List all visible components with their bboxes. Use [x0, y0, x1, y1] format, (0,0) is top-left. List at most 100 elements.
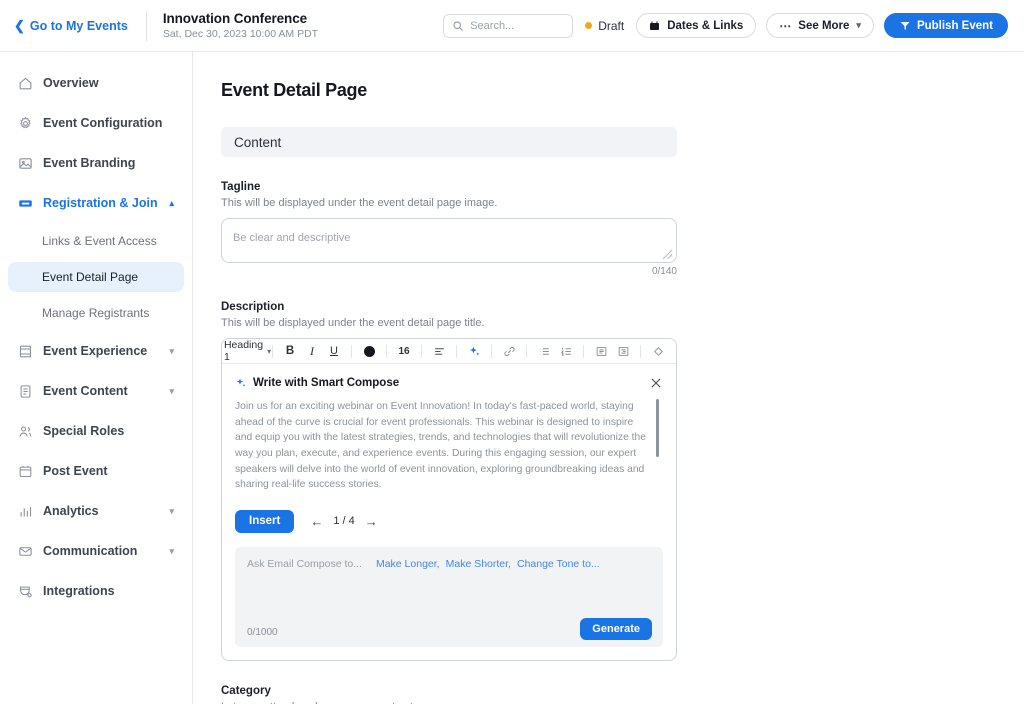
sparkle-ai-icon — [468, 345, 481, 358]
link-icon — [503, 345, 516, 358]
envelope-icon — [18, 544, 33, 559]
bold-button[interactable]: B — [280, 341, 300, 361]
smart-compose-panel: Write with Smart Compose Join us for an … — [222, 364, 676, 660]
bullet-list-button[interactable] — [534, 341, 554, 361]
insert-link-button[interactable] — [499, 341, 519, 361]
sidebar-item-post-event[interactable]: Post Event — [8, 454, 184, 488]
ticket-icon — [18, 196, 33, 211]
go-to-my-events-label: Go to My Events — [30, 19, 128, 33]
sidebar-item-communication[interactable]: Communication ▾ — [8, 534, 184, 568]
sidebar-item-registration-and-join[interactable]: Registration & Join ▴ — [8, 186, 184, 220]
category-field: Category Let your attendees know your ev… — [221, 685, 677, 704]
calendar-icon — [649, 20, 661, 32]
font-size-button[interactable]: 16 — [394, 341, 414, 361]
indent-increase-button[interactable] — [613, 341, 633, 361]
body: Overview Event Configuration Event Brand… — [0, 52, 1024, 704]
sidebar-item-event-branding[interactable]: Event Branding — [8, 146, 184, 180]
prompt-counter: 0/1000 — [247, 627, 278, 638]
sidebar-item-label: Post Event — [43, 464, 174, 478]
heading-select-value: Heading 1 — [224, 339, 263, 363]
align-left-button[interactable] — [429, 341, 449, 361]
sidebar-subitem-label: Event Detail Page — [42, 270, 138, 284]
clear-formatting-button[interactable] — [648, 341, 668, 361]
sidebar-item-overview[interactable]: Overview — [8, 66, 184, 100]
sidebar-item-event-configuration[interactable]: Event Configuration — [8, 106, 184, 140]
sidebar-subitem-label: Manage Registrants — [42, 306, 149, 320]
toolbar-divider — [421, 345, 422, 358]
suggestion-pager: ← 1 / 4 → — [310, 515, 377, 528]
pager-label: 1 / 4 — [333, 515, 354, 527]
sidebar-item-links-and-event-access[interactable]: Links & Event Access — [8, 226, 184, 256]
go-to-my-events-link[interactable]: ❮ Go to My Events — [14, 19, 128, 33]
prompt-box[interactable]: Ask Email Compose to... Make Longer, Mak… — [235, 547, 663, 647]
sidebar-item-event-experience[interactable]: Event Experience ▾ — [8, 334, 184, 368]
indent-decrease-button[interactable] — [591, 341, 611, 361]
dates-and-links-button[interactable]: Dates & Links — [636, 13, 756, 38]
sidebar-item-label: Event Content — [43, 384, 159, 398]
chevron-down-icon: ▾ — [169, 386, 174, 397]
event-title: Innovation Conference — [163, 11, 318, 26]
main-content: Event Detail Page Content Tagline This w… — [193, 52, 1024, 704]
toolbar-divider — [456, 345, 457, 358]
smart-compose-button[interactable] — [464, 341, 484, 361]
toolbar-divider — [640, 345, 641, 358]
gear-icon — [18, 116, 33, 131]
close-icon[interactable] — [649, 376, 663, 390]
search-input[interactable] — [470, 20, 564, 32]
search-box[interactable] — [443, 14, 573, 38]
dates-and-links-label: Dates & Links — [667, 20, 743, 32]
numbered-list-icon — [560, 345, 573, 358]
tagline-input[interactable]: Be clear and descriptive — [221, 218, 677, 263]
chevron-down-icon: ▾ — [267, 347, 271, 356]
clear-formatting-icon — [652, 345, 665, 358]
sidebar-item-analytics[interactable]: Analytics ▾ — [8, 494, 184, 528]
heading-select[interactable]: Heading 1 ▾ — [230, 341, 265, 361]
chevron-down-icon: ▾ — [169, 506, 174, 517]
numbered-list-button[interactable] — [556, 341, 576, 361]
arrow-right-icon[interactable]: → — [365, 515, 378, 528]
sidebar-item-integrations[interactable]: Integrations — [8, 574, 184, 608]
content-section-header: Content — [221, 127, 677, 157]
sidebar-item-special-roles[interactable]: Special Roles — [8, 414, 184, 448]
see-more-button[interactable]: ⋯ See More ▾ — [766, 13, 874, 38]
publish-event-button[interactable]: Publish Event — [884, 13, 1008, 38]
sidebar-item-event-content[interactable]: Event Content ▾ — [8, 374, 184, 408]
sidebar-item-label: Event Configuration — [43, 116, 174, 130]
generated-text-scrollbar[interactable] — [656, 399, 659, 457]
smart-compose-title-label: Write with Smart Compose — [253, 377, 399, 389]
underline-button[interactable]: U — [324, 341, 344, 361]
status-badge[interactable]: Draft — [583, 19, 626, 33]
chevron-down-icon: ▾ — [169, 546, 174, 557]
insert-button[interactable]: Insert — [235, 510, 294, 533]
sidebar-item-label: Integrations — [43, 584, 174, 598]
tagline-placeholder: Be clear and descriptive — [233, 232, 350, 244]
chevron-left-icon: ❮ — [14, 19, 25, 32]
status-label: Draft — [598, 19, 624, 33]
smart-compose-header: Write with Smart Compose — [235, 376, 663, 390]
indent-increase-icon — [617, 345, 630, 358]
resize-handle[interactable] — [661, 248, 673, 260]
tagline-label: Tagline — [221, 181, 677, 193]
prompt-placeholder: Ask Email Compose to... — [247, 558, 362, 570]
sidebar-item-label: Event Experience — [43, 344, 159, 358]
quick-action-change-tone[interactable]: Change Tone to... — [517, 558, 600, 570]
top-bar: ❮ Go to My Events Innovation Conference … — [0, 0, 1024, 52]
description-label: Description — [221, 301, 677, 313]
clipboard-icon — [18, 384, 33, 399]
align-left-icon — [433, 345, 446, 358]
search-icon — [452, 20, 464, 32]
sidebar-item-event-detail-page[interactable]: Event Detail Page — [8, 262, 184, 292]
sidebar-item-manage-registrants[interactable]: Manage Registrants — [8, 298, 184, 328]
rich-text-editor: Heading 1 ▾ B I U 16 — [221, 338, 677, 661]
generated-text: Join us for an exciting webinar on Event… — [235, 399, 647, 493]
color-swatch-icon — [364, 346, 375, 357]
italic-button[interactable]: I — [302, 341, 322, 361]
quick-action-make-longer[interactable]: Make Longer, — [376, 558, 440, 570]
description-hint: This will be displayed under the event d… — [221, 317, 677, 329]
arrow-left-icon[interactable]: ← — [310, 515, 323, 528]
sidebar-item-label: Communication — [43, 544, 159, 558]
generate-button[interactable]: Generate — [580, 618, 652, 640]
quick-action-make-shorter[interactable]: Make Shorter, — [446, 558, 511, 570]
ellipsis-icon: ⋯ — [779, 19, 792, 33]
text-color-button[interactable] — [359, 341, 379, 361]
